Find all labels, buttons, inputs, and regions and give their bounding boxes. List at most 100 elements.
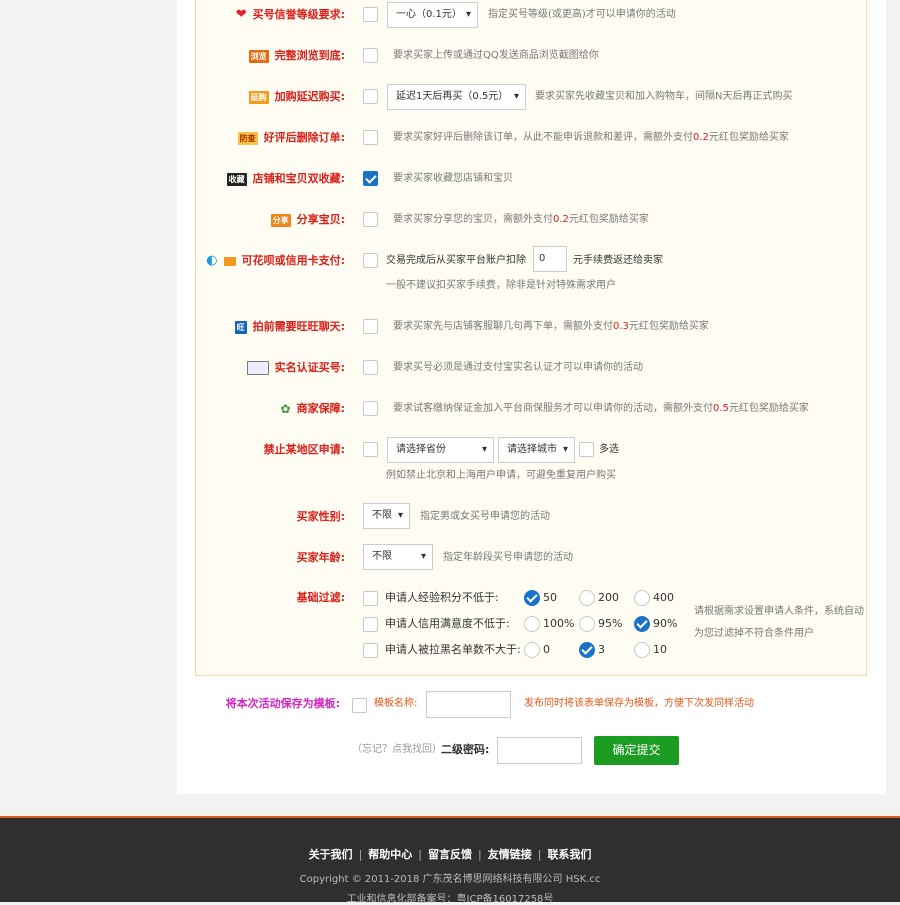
browse-label: 完整浏览到底: [274, 49, 345, 62]
footer-link[interactable]: 联系我们 [547, 848, 591, 861]
share-desc: 要求买家分享您的宝贝，需额外支付0.2元红包奖励给买家 [393, 214, 649, 225]
browse-desc: 要求买家上传或通过QQ发送商品浏览截图给你 [393, 50, 599, 61]
filter-radio[interactable] [579, 590, 595, 606]
region-checkbox[interactable] [363, 442, 378, 457]
row-delay: 延购加购延迟购买: 延迟1天后再买（0.5元） 要求买家先收藏宝贝和加入购物车，… [0, 84, 900, 110]
footer-separator: | [478, 848, 482, 861]
filter-note-line2: 为您过滤掉不符合条件用户 [694, 628, 814, 639]
template-checkbox[interactable] [352, 698, 367, 713]
wangwang-icon: 旺 [234, 320, 247, 334]
chat-desc: 要求买家先与店铺客服聊几句再下单，需额外支付0.3元红包奖励给买家 [393, 321, 709, 332]
gender-select[interactable]: 不限 [363, 503, 410, 529]
submit-button[interactable]: 确定提交 [594, 736, 679, 765]
filter-radio-label: 50 [543, 591, 557, 604]
filter-checkbox[interactable] [363, 591, 378, 606]
credit-fee-input[interactable]: 0 [533, 246, 567, 272]
filter-checkbox[interactable] [363, 617, 378, 632]
province-select[interactable]: 请选择省份 [387, 437, 494, 463]
delay-select[interactable]: 延迟1天后再买（0.5元） [387, 84, 526, 110]
guarantee-icon: ✿ [280, 402, 291, 416]
guarantee-checkbox[interactable] [363, 401, 378, 416]
filter-radio[interactable] [634, 590, 650, 606]
filter-radio[interactable] [524, 616, 540, 632]
anti-check-icon: 防查 [237, 131, 258, 145]
delete-order-checkbox[interactable] [363, 130, 378, 145]
filter-label: 基础过滤: [296, 591, 345, 604]
template-hint: 发布同时将该表单保存为模板，方便下次发同样活动 [524, 698, 754, 709]
favorite-desc: 要求买家收藏您店铺和宝贝 [393, 173, 513, 184]
template-label: 将本次活动保存为模板: [225, 697, 340, 710]
multi-select-checkbox[interactable] [579, 442, 594, 457]
favorite-label: 店铺和宝贝双收藏: [252, 172, 345, 185]
row-share: 分享 分享宝贝: 要求买家分享您的宝贝，需额外支付0.2元红包奖励给买家 [0, 210, 900, 230]
footer-link[interactable]: 友情链接 [488, 848, 532, 861]
favorite-icon: 收藏 [226, 172, 247, 186]
footer-links: 关于我们 | 帮助中心 | 留言反馈 | 友情链接 | 联系我们 [0, 846, 900, 862]
share-icon: 分享 [270, 213, 291, 227]
gender-label: 买家性别: [296, 510, 345, 523]
level-select[interactable]: 一心（0.1元） [387, 2, 478, 28]
id-card-icon [246, 361, 269, 375]
template-name-input[interactable] [426, 691, 511, 718]
share-checkbox[interactable] [363, 212, 378, 227]
realname-desc: 要求买号必须是通过支付宝实名认证才可以申请你的活动 [393, 362, 643, 373]
filter-radio-label: 90% [653, 617, 678, 630]
forgot-password-link[interactable]: （忘记？点我找回） [352, 740, 442, 760]
footer-link[interactable]: 帮助中心 [368, 848, 412, 861]
password-label: 二级密码: [441, 743, 490, 756]
footer-copyright: Copyright © 2011-2018 广东茂名博思网络科技有限公司 HSK… [299, 874, 601, 885]
row-realname: 实名认证买号: 要求买号必须是通过支付宝实名认证才可以申请你的活动 [0, 358, 900, 378]
favorite-checkbox[interactable] [363, 171, 378, 186]
password-input[interactable] [497, 737, 582, 764]
row-delete-order: 防查 好评后删除订单: 要求买家好评后删除该订单，从此不能申诉退款和差评，需额外支… [0, 128, 900, 148]
level-desc: 指定买号等级(或更高)才可以申请你的活动 [488, 9, 676, 20]
age-label: 买家年龄: [296, 551, 345, 564]
credit-card-icon [223, 256, 236, 266]
credit-checkbox[interactable] [363, 253, 378, 268]
filter-radio-label: 0 [543, 643, 550, 656]
chat-checkbox[interactable] [363, 319, 378, 334]
filter-radio-label: 100% [543, 617, 575, 630]
delay-label: 加购延迟购买: [274, 90, 345, 103]
region-label: 禁止某地区申请: [263, 443, 345, 456]
age-desc: 指定年龄段买号申请您的活动 [443, 552, 573, 563]
filter-checkbox[interactable] [363, 643, 378, 658]
filter-radio-label: 3 [598, 643, 605, 656]
browse-icon: 浏览 [248, 49, 269, 63]
age-select[interactable]: 不限 [363, 544, 433, 570]
filter-radio[interactable] [524, 642, 540, 658]
footer-link[interactable]: 关于我们 [309, 848, 353, 861]
filter-radio[interactable] [579, 616, 595, 632]
filter-radio[interactable] [579, 642, 595, 658]
filter-radio[interactable] [634, 642, 650, 658]
filter-note-line1: 请根据需求设置申请人条件，系统自动 [694, 606, 864, 617]
row-guarantee: ✿ 商家保障: 要求试客缴纳保证金加入平台商保服务才可以申请你的活动，需额外支付0… [0, 399, 900, 419]
delete-order-label: 好评后删除订单: [263, 131, 345, 144]
footer-separator: | [537, 848, 542, 861]
filter-radio[interactable] [524, 590, 540, 606]
filter-radio[interactable] [634, 616, 650, 632]
region-note: 例如禁止北京和上海用户申请，可避免重复用户购买 [386, 470, 616, 481]
city-select[interactable]: 请选择城市 [498, 437, 575, 463]
row-region: 禁止某地区申请: 请选择省份 请选择城市 多选 [0, 437, 900, 463]
credit-desc-pre: 交易完成后从买家平台账户扣除 [386, 255, 526, 266]
credit-label: 可花呗或信用卡支付: [241, 254, 345, 267]
browse-checkbox[interactable] [363, 48, 378, 63]
footer-separator: | [418, 848, 422, 861]
delay-checkbox[interactable] [363, 89, 378, 104]
delay-icon: 延购 [248, 90, 269, 104]
credit-desc-post: 元手续费返还给卖家 [573, 255, 663, 266]
guarantee-desc: 要求试客缴纳保证金加入平台商保服务才可以申请你的活动，需额外支付0.5元红包奖励… [393, 403, 809, 414]
guarantee-label: 商家保障: [296, 402, 345, 415]
filter-radio-label: 95% [598, 617, 623, 630]
filter-radio-label: 200 [598, 591, 619, 604]
template-name-label: 模板名称: [374, 698, 418, 709]
level-checkbox[interactable] [363, 7, 378, 22]
footer-link[interactable]: 留言反馈 [428, 848, 472, 861]
share-label: 分享宝贝: [296, 213, 345, 226]
realname-checkbox[interactable] [363, 360, 378, 375]
filter-radio-label: 10 [653, 643, 667, 656]
row-credit: ◐ 可花呗或信用卡支付: 交易完成后从买家平台账户扣除 0 元手续费返还给卖家 [0, 246, 900, 272]
row-favorite: 收藏 店铺和宝贝双收藏: 要求买家收藏您店铺和宝贝 [0, 169, 900, 189]
chat-label: 拍前需要旺旺聊天: [252, 320, 345, 333]
